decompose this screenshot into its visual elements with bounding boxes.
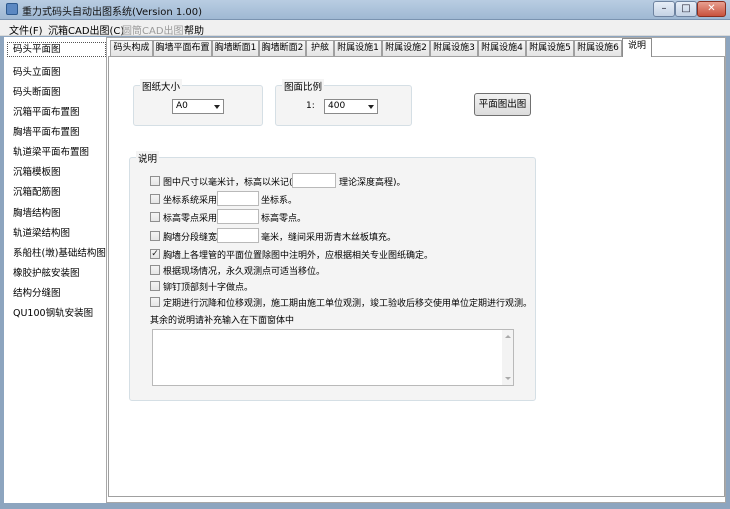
note-3-text-before: 标高零点采用 [163, 214, 218, 224]
note-4-text-after: 毫米，缝间采用沥青木丝板填充。 [261, 233, 397, 243]
scale-value: 400 [328, 101, 346, 111]
note-8-checkbox[interactable] [150, 297, 160, 307]
note-6-text: 根据现场情况，永久观测点可适当移位。 [163, 267, 326, 277]
paper-size-label: 图纸大小 [140, 79, 183, 93]
note-4-checkbox[interactable] [150, 231, 160, 241]
chevron-down-icon [214, 105, 220, 109]
note-2-text-after: 坐标系。 [261, 196, 298, 206]
sidebar-item-breastwall-structure[interactable]: 胸墙结构图 [13, 205, 61, 219]
note-7-text: 铆钉顶部刻十字做点。 [163, 283, 254, 293]
note-8-text: 定期进行沉降和位移观测，施工期由施工单位观测，竣工验收后移交使用单位定期进行观测… [163, 299, 533, 309]
tab-accessory-5[interactable]: 附属设施5 [526, 40, 574, 56]
menu-bar: 文件(F) 沉箱CAD出图(C) 圆筒CAD出图 帮助 [0, 20, 730, 37]
tab-breastwall-layout[interactable]: 胸墙平面布置 [153, 40, 212, 56]
scale-label: 图面比例 [282, 79, 325, 93]
scale-prefix: 1: [306, 101, 315, 111]
tab-wharf-composition[interactable]: 码头构成 [110, 40, 153, 56]
plot-plan-button[interactable]: 平面图出图 [474, 93, 531, 116]
tab-fender[interactable]: 护舷 [306, 40, 334, 56]
note-3-checkbox[interactable] [150, 212, 160, 222]
chevron-down-icon [368, 105, 374, 109]
title-bar: 重力式码头自动出图系统(Version 1.00) – □ ✕ [0, 0, 730, 20]
note-4-field[interactable] [217, 228, 259, 243]
sidebar-item-caisson-layout[interactable]: 沉箱平面布置图 [13, 104, 80, 118]
note-6-checkbox[interactable] [150, 265, 160, 275]
sidebar-item-wharf-elevation[interactable]: 码头立面图 [13, 64, 61, 78]
sidebar-item-rail-beam-structure[interactable]: 轨道梁结构图 [13, 225, 70, 239]
menu-cylinder-cad: 圆筒CAD出图 [122, 26, 184, 37]
note-3-text-after: 标高零点。 [261, 214, 307, 224]
extra-notes-scrollbar[interactable] [502, 330, 513, 385]
sidebar-item-caisson-rebar[interactable]: 沉箱配筋图 [13, 184, 61, 198]
note-7-checkbox[interactable] [150, 281, 160, 291]
minimize-button[interactable]: – [653, 1, 675, 17]
notes-label: 说明 [136, 151, 160, 165]
extra-notes-label: 其余的说明请补充输入在下面窗体中 [150, 316, 295, 326]
sidebar-item-rail-installation[interactable]: QU100钢轨安装图 [13, 305, 93, 319]
sidebar-item-caisson-formwork[interactable]: 沉箱模板图 [13, 164, 61, 178]
sidebar-item-wharf-section[interactable]: 码头断面图 [13, 84, 61, 98]
paper-size-value: A0 [176, 101, 188, 111]
note-1-text-after: 理论深度高程)。 [339, 178, 406, 188]
note-2-checkbox[interactable] [150, 194, 160, 204]
tab-accessory-1[interactable]: 附属设施1 [334, 40, 382, 56]
note-5-text: 胸墙上各埋管的平面位置除图中注明外，应根据相关专业图纸确定。 [163, 251, 434, 261]
app-icon [6, 3, 18, 15]
tab-accessory-6[interactable]: 附属设施6 [574, 40, 622, 56]
scale-select[interactable]: 400 [324, 99, 378, 114]
sidebar-list[interactable]: 码头平面图 码头立面图 码头断面图 沉箱平面布置图 胸墙平面布置图 轨道梁平面布… [4, 37, 107, 503]
scroll-up-icon[interactable] [505, 335, 511, 338]
extra-notes-textarea[interactable] [152, 329, 514, 386]
sidebar-item-bollard-foundation[interactable]: 系船柱(墩)基础结构图 [13, 245, 106, 259]
tab-breastwall-section-1[interactable]: 胸墙断面1 [212, 40, 259, 56]
tab-notes[interactable]: 说明 [622, 38, 652, 57]
sidebar-item-joint-layout[interactable]: 结构分缝图 [13, 285, 61, 299]
paper-size-select[interactable]: A0 [172, 99, 224, 114]
sidebar-item-fender-installation[interactable]: 橡胶护舷安装图 [13, 265, 80, 279]
tab-accessory-2[interactable]: 附属设施2 [382, 40, 430, 56]
scroll-down-icon[interactable] [505, 377, 511, 380]
sidebar-item-wharf-plan[interactable]: 码头平面图 [7, 42, 106, 57]
note-2-field[interactable] [217, 191, 259, 206]
note-4-text-before: 胸墙分段缝宽 [163, 233, 218, 243]
tab-accessory-4[interactable]: 附属设施4 [478, 40, 526, 56]
sidebar-item-breastwall-layout[interactable]: 胸墙平面布置图 [13, 124, 80, 138]
tab-breastwall-section-2[interactable]: 胸墙断面2 [259, 40, 306, 56]
window-title: 重力式码头自动出图系统(Version 1.00) [22, 7, 203, 18]
sidebar-item-rail-beam-layout[interactable]: 轨道梁平面布置图 [13, 144, 89, 158]
note-1-field[interactable] [292, 173, 336, 188]
note-2-text-before: 坐标系统采用 [163, 196, 218, 206]
note-1-checkbox[interactable] [150, 176, 160, 186]
maximize-button[interactable]: □ [675, 1, 697, 17]
menu-file[interactable]: 文件(F) [9, 22, 43, 37]
menu-caisson-cad[interactable]: 沉箱CAD出图(C) [48, 22, 124, 37]
note-1-text-before: 图中尺寸以毫米计，标高以米记( [163, 178, 293, 188]
note-3-field[interactable] [217, 209, 259, 224]
tab-accessory-3[interactable]: 附属设施3 [430, 40, 478, 56]
note-5-checkbox[interactable]: ✓ [150, 249, 160, 259]
close-button[interactable]: ✕ [697, 1, 726, 17]
menu-help[interactable]: 帮助 [184, 22, 204, 37]
